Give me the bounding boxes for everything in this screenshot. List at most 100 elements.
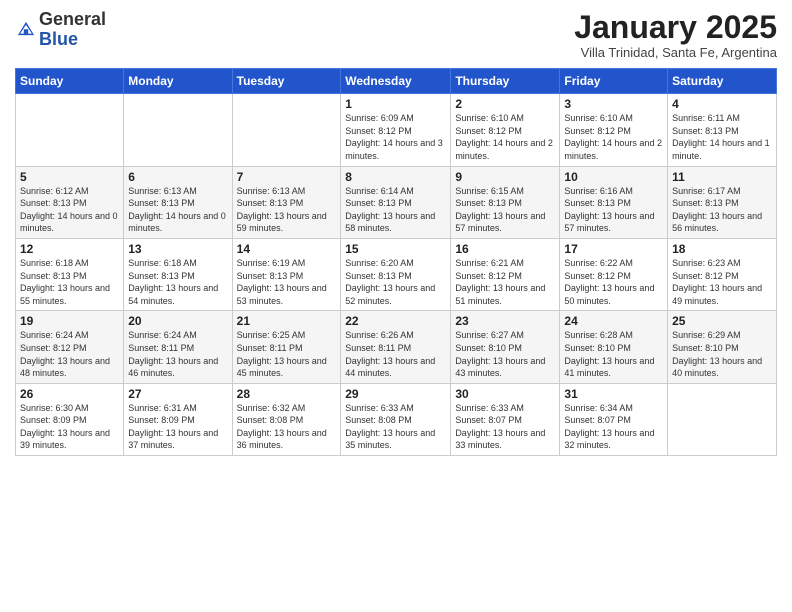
day-number: 31 — [564, 387, 663, 401]
calendar-cell: 22Sunrise: 6:26 AM Sunset: 8:11 PM Dayli… — [341, 311, 451, 383]
day-number: 28 — [237, 387, 337, 401]
calendar-cell: 31Sunrise: 6:34 AM Sunset: 8:07 PM Dayli… — [560, 383, 668, 455]
logo-icon — [15, 19, 37, 41]
day-number: 9 — [455, 170, 555, 184]
weekday-header-tuesday: Tuesday — [232, 69, 341, 94]
day-info: Sunrise: 6:17 AM Sunset: 8:13 PM Dayligh… — [672, 185, 772, 235]
calendar-cell: 3Sunrise: 6:10 AM Sunset: 8:12 PM Daylig… — [560, 94, 668, 166]
day-info: Sunrise: 6:23 AM Sunset: 8:12 PM Dayligh… — [672, 257, 772, 307]
day-number: 29 — [345, 387, 446, 401]
title-block: January 2025 Villa Trinidad, Santa Fe, A… — [574, 10, 777, 60]
day-info: Sunrise: 6:33 AM Sunset: 8:07 PM Dayligh… — [455, 402, 555, 452]
week-row-4: 19Sunrise: 6:24 AM Sunset: 8:12 PM Dayli… — [16, 311, 777, 383]
calendar-cell: 29Sunrise: 6:33 AM Sunset: 8:08 PM Dayli… — [341, 383, 451, 455]
calendar-cell: 26Sunrise: 6:30 AM Sunset: 8:09 PM Dayli… — [16, 383, 124, 455]
day-info: Sunrise: 6:27 AM Sunset: 8:10 PM Dayligh… — [455, 329, 555, 379]
day-number: 12 — [20, 242, 119, 256]
day-info: Sunrise: 6:16 AM Sunset: 8:13 PM Dayligh… — [564, 185, 663, 235]
calendar-cell: 1Sunrise: 6:09 AM Sunset: 8:12 PM Daylig… — [341, 94, 451, 166]
calendar-cell: 15Sunrise: 6:20 AM Sunset: 8:13 PM Dayli… — [341, 238, 451, 310]
calendar-cell: 20Sunrise: 6:24 AM Sunset: 8:11 PM Dayli… — [124, 311, 232, 383]
calendar-cell: 7Sunrise: 6:13 AM Sunset: 8:13 PM Daylig… — [232, 166, 341, 238]
month-title: January 2025 — [574, 10, 777, 45]
calendar-cell: 12Sunrise: 6:18 AM Sunset: 8:13 PM Dayli… — [16, 238, 124, 310]
calendar-cell: 11Sunrise: 6:17 AM Sunset: 8:13 PM Dayli… — [668, 166, 777, 238]
day-info: Sunrise: 6:18 AM Sunset: 8:13 PM Dayligh… — [128, 257, 227, 307]
day-info: Sunrise: 6:18 AM Sunset: 8:13 PM Dayligh… — [20, 257, 119, 307]
day-number: 4 — [672, 97, 772, 111]
calendar-cell: 17Sunrise: 6:22 AM Sunset: 8:12 PM Dayli… — [560, 238, 668, 310]
day-info: Sunrise: 6:29 AM Sunset: 8:10 PM Dayligh… — [672, 329, 772, 379]
day-info: Sunrise: 6:25 AM Sunset: 8:11 PM Dayligh… — [237, 329, 337, 379]
calendar-cell: 21Sunrise: 6:25 AM Sunset: 8:11 PM Dayli… — [232, 311, 341, 383]
day-info: Sunrise: 6:15 AM Sunset: 8:13 PM Dayligh… — [455, 185, 555, 235]
day-info: Sunrise: 6:13 AM Sunset: 8:13 PM Dayligh… — [128, 185, 227, 235]
page: General Blue January 2025 Villa Trinidad… — [0, 0, 792, 612]
calendar-cell: 27Sunrise: 6:31 AM Sunset: 8:09 PM Dayli… — [124, 383, 232, 455]
day-number: 7 — [237, 170, 337, 184]
day-info: Sunrise: 6:24 AM Sunset: 8:11 PM Dayligh… — [128, 329, 227, 379]
logo-general-text: General — [39, 9, 106, 29]
week-row-3: 12Sunrise: 6:18 AM Sunset: 8:13 PM Dayli… — [16, 238, 777, 310]
day-number: 13 — [128, 242, 227, 256]
weekday-header-thursday: Thursday — [451, 69, 560, 94]
calendar-cell: 14Sunrise: 6:19 AM Sunset: 8:13 PM Dayli… — [232, 238, 341, 310]
day-info: Sunrise: 6:12 AM Sunset: 8:13 PM Dayligh… — [20, 185, 119, 235]
day-info: Sunrise: 6:22 AM Sunset: 8:12 PM Dayligh… — [564, 257, 663, 307]
day-info: Sunrise: 6:31 AM Sunset: 8:09 PM Dayligh… — [128, 402, 227, 452]
calendar-cell — [124, 94, 232, 166]
day-number: 3 — [564, 97, 663, 111]
day-info: Sunrise: 6:28 AM Sunset: 8:10 PM Dayligh… — [564, 329, 663, 379]
day-info: Sunrise: 6:30 AM Sunset: 8:09 PM Dayligh… — [20, 402, 119, 452]
calendar-cell: 13Sunrise: 6:18 AM Sunset: 8:13 PM Dayli… — [124, 238, 232, 310]
header: General Blue January 2025 Villa Trinidad… — [15, 10, 777, 60]
day-info: Sunrise: 6:32 AM Sunset: 8:08 PM Dayligh… — [237, 402, 337, 452]
calendar-cell: 18Sunrise: 6:23 AM Sunset: 8:12 PM Dayli… — [668, 238, 777, 310]
day-number: 26 — [20, 387, 119, 401]
day-number: 30 — [455, 387, 555, 401]
day-number: 8 — [345, 170, 446, 184]
calendar-cell: 2Sunrise: 6:10 AM Sunset: 8:12 PM Daylig… — [451, 94, 560, 166]
calendar-cell: 30Sunrise: 6:33 AM Sunset: 8:07 PM Dayli… — [451, 383, 560, 455]
logo: General Blue — [15, 10, 106, 50]
day-number: 1 — [345, 97, 446, 111]
calendar-cell: 6Sunrise: 6:13 AM Sunset: 8:13 PM Daylig… — [124, 166, 232, 238]
day-info: Sunrise: 6:10 AM Sunset: 8:12 PM Dayligh… — [455, 112, 555, 162]
day-info: Sunrise: 6:26 AM Sunset: 8:11 PM Dayligh… — [345, 329, 446, 379]
day-number: 6 — [128, 170, 227, 184]
day-info: Sunrise: 6:34 AM Sunset: 8:07 PM Dayligh… — [564, 402, 663, 452]
day-number: 17 — [564, 242, 663, 256]
day-number: 18 — [672, 242, 772, 256]
calendar-cell: 28Sunrise: 6:32 AM Sunset: 8:08 PM Dayli… — [232, 383, 341, 455]
calendar-cell — [16, 94, 124, 166]
calendar-cell: 5Sunrise: 6:12 AM Sunset: 8:13 PM Daylig… — [16, 166, 124, 238]
subtitle: Villa Trinidad, Santa Fe, Argentina — [574, 45, 777, 60]
day-number: 21 — [237, 314, 337, 328]
day-number: 2 — [455, 97, 555, 111]
day-number: 23 — [455, 314, 555, 328]
day-number: 5 — [20, 170, 119, 184]
weekday-header-friday: Friday — [560, 69, 668, 94]
day-number: 25 — [672, 314, 772, 328]
week-row-2: 5Sunrise: 6:12 AM Sunset: 8:13 PM Daylig… — [16, 166, 777, 238]
weekday-header-sunday: Sunday — [16, 69, 124, 94]
calendar-cell — [668, 383, 777, 455]
day-info: Sunrise: 6:19 AM Sunset: 8:13 PM Dayligh… — [237, 257, 337, 307]
day-info: Sunrise: 6:24 AM Sunset: 8:12 PM Dayligh… — [20, 329, 119, 379]
weekday-header-saturday: Saturday — [668, 69, 777, 94]
calendar-cell: 10Sunrise: 6:16 AM Sunset: 8:13 PM Dayli… — [560, 166, 668, 238]
calendar-cell: 4Sunrise: 6:11 AM Sunset: 8:13 PM Daylig… — [668, 94, 777, 166]
day-number: 27 — [128, 387, 227, 401]
calendar-cell: 9Sunrise: 6:15 AM Sunset: 8:13 PM Daylig… — [451, 166, 560, 238]
weekday-header-monday: Monday — [124, 69, 232, 94]
calendar-cell: 19Sunrise: 6:24 AM Sunset: 8:12 PM Dayli… — [16, 311, 124, 383]
calendar-cell: 16Sunrise: 6:21 AM Sunset: 8:12 PM Dayli… — [451, 238, 560, 310]
day-info: Sunrise: 6:14 AM Sunset: 8:13 PM Dayligh… — [345, 185, 446, 235]
calendar-cell: 23Sunrise: 6:27 AM Sunset: 8:10 PM Dayli… — [451, 311, 560, 383]
day-number: 14 — [237, 242, 337, 256]
calendar-table: SundayMondayTuesdayWednesdayThursdayFrid… — [15, 68, 777, 456]
calendar-cell: 24Sunrise: 6:28 AM Sunset: 8:10 PM Dayli… — [560, 311, 668, 383]
day-info: Sunrise: 6:13 AM Sunset: 8:13 PM Dayligh… — [237, 185, 337, 235]
weekday-header-row: SundayMondayTuesdayWednesdayThursdayFrid… — [16, 69, 777, 94]
logo-blue-text: Blue — [39, 29, 78, 49]
